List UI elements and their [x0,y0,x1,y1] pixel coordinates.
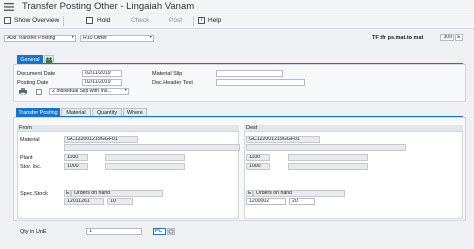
posting-date-label: Posting Date [17,80,49,86]
document-date-label: Document Date [17,71,56,77]
people-icon[interactable] [44,55,54,63]
plant-label: Plant [20,155,33,161]
menu-icon[interactable] [4,3,14,11]
slip-type-select[interactable]: 2 Individual Slip with Ins... [49,88,129,95]
dest-plant-description [288,154,368,161]
from-plant-description [105,154,185,161]
movement-type-label: TF tfr ps.mat.to mat [372,35,424,41]
dest-spec-stock-text: Orders on hand [253,190,345,197]
printer-icon [19,88,27,96]
window-title: Transfer Posting Other - Lingaiah Vanam [22,1,195,12]
material-label: Material [20,137,40,143]
from-stor-loc-description [105,163,185,170]
tab-where[interactable]: Where [123,108,147,116]
from-spec-stock-field[interactable]: E [64,190,71,197]
movement-type-field[interactable]: 309 [440,34,454,41]
qty-unit-field[interactable]: PC [153,228,166,235]
tab-material[interactable]: Material [61,108,91,116]
help-icon[interactable]: i [198,17,205,24]
reference-select[interactable]: R10 Other [80,35,154,42]
material-slip-field[interactable] [216,70,283,77]
hold-icon[interactable] [86,17,93,24]
from-plant-field[interactable]: 1100 [64,154,88,161]
dest-sales-order-field[interactable]: 1200002 [246,198,286,205]
dest-stor-loc-description [288,163,368,170]
doc-header-text-label: Doc.Header Text [152,80,193,86]
from-sales-order-item-field[interactable]: 10 [107,198,133,205]
dest-plant-field[interactable]: 1100 [246,154,270,161]
toolbar-divider [193,16,194,26]
dest-sales-order-item-field[interactable]: 20 [289,198,315,205]
document-date-field[interactable]: 02/11/2019 [82,70,122,77]
transaction-select[interactable]: A08 Transfer Posting [4,35,76,42]
posting-date-field[interactable]: 02/11/2019 [82,79,122,86]
dest-stor-loc-field[interactable]: 1000 [246,163,270,170]
from-sales-order-field[interactable]: 12011261 [64,198,104,205]
toolbar [0,14,474,29]
tab-quantity[interactable]: Quantity [92,108,122,116]
from-material-description [64,144,240,151]
dest-material-field[interactable]: GC122001219GGF01 [246,136,320,143]
check-button[interactable]: Check [131,17,149,24]
print-checkbox[interactable] [36,89,42,95]
show-overview-button[interactable]: Show Overview [14,17,59,24]
spec-stock-label: Spec.Stock [20,191,48,197]
material-slip-label: Material Slip [152,71,183,77]
hold-button[interactable]: Hold [97,17,110,24]
tab-general[interactable]: General [17,55,43,63]
from-spec-stock-text: Orders on hand [71,190,163,197]
stor-loc-label: Stor. loc. [20,164,42,170]
post-button[interactable]: Post [169,17,182,24]
qty-field[interactable]: 1 [86,228,142,235]
dest-spec-stock-field[interactable]: E [246,190,253,197]
movement-extra-field[interactable]: E [455,34,463,41]
qty-label: Qty in UnE [20,229,47,235]
from-stor-loc-field[interactable]: 1000 [64,163,88,170]
help-button[interactable]: Help [208,17,221,24]
show-overview-icon[interactable] [4,17,11,24]
dest-material-description [246,144,406,151]
unit-picker-icon[interactable] [167,228,175,235]
tab-transfer-posting[interactable]: Transfer Posting [16,108,60,116]
toolbar-divider [63,16,64,26]
doc-header-text-field[interactable] [216,79,305,86]
from-material-field[interactable]: GC122001219GGF01 [64,136,138,143]
